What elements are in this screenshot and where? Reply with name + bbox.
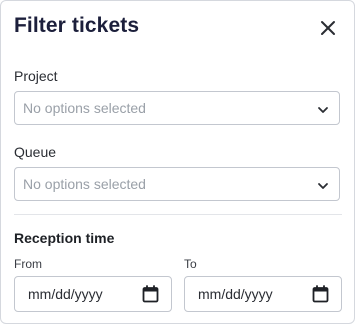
to-date-input[interactable]: mm/dd/yyyy [184,276,342,312]
close-button[interactable] [317,17,339,39]
chevron-down-icon [318,183,328,189]
dialog-title: Filter tickets [14,14,140,37]
queue-placeholder: No options selected [23,176,146,192]
close-icon [321,21,335,35]
project-label: Project [14,68,58,84]
from-date-value: mm/dd/yyyy [28,286,103,302]
reception-time-title: Reception time [14,230,115,246]
project-select[interactable]: No options selected [14,91,340,125]
to-date-value: mm/dd/yyyy [198,286,273,302]
from-label: From [14,257,42,271]
chevron-down-icon [318,107,328,113]
queue-select[interactable]: No options selected [14,167,340,201]
queue-label: Queue [14,144,57,160]
section-divider [14,214,342,215]
to-label: To [184,257,197,271]
from-date-input[interactable]: mm/dd/yyyy [14,276,172,312]
calendar-icon[interactable] [312,285,329,303]
calendar-icon[interactable] [142,285,159,303]
filter-tickets-dialog: Filter tickets Project No options select… [0,0,355,324]
project-placeholder: No options selected [23,100,146,116]
